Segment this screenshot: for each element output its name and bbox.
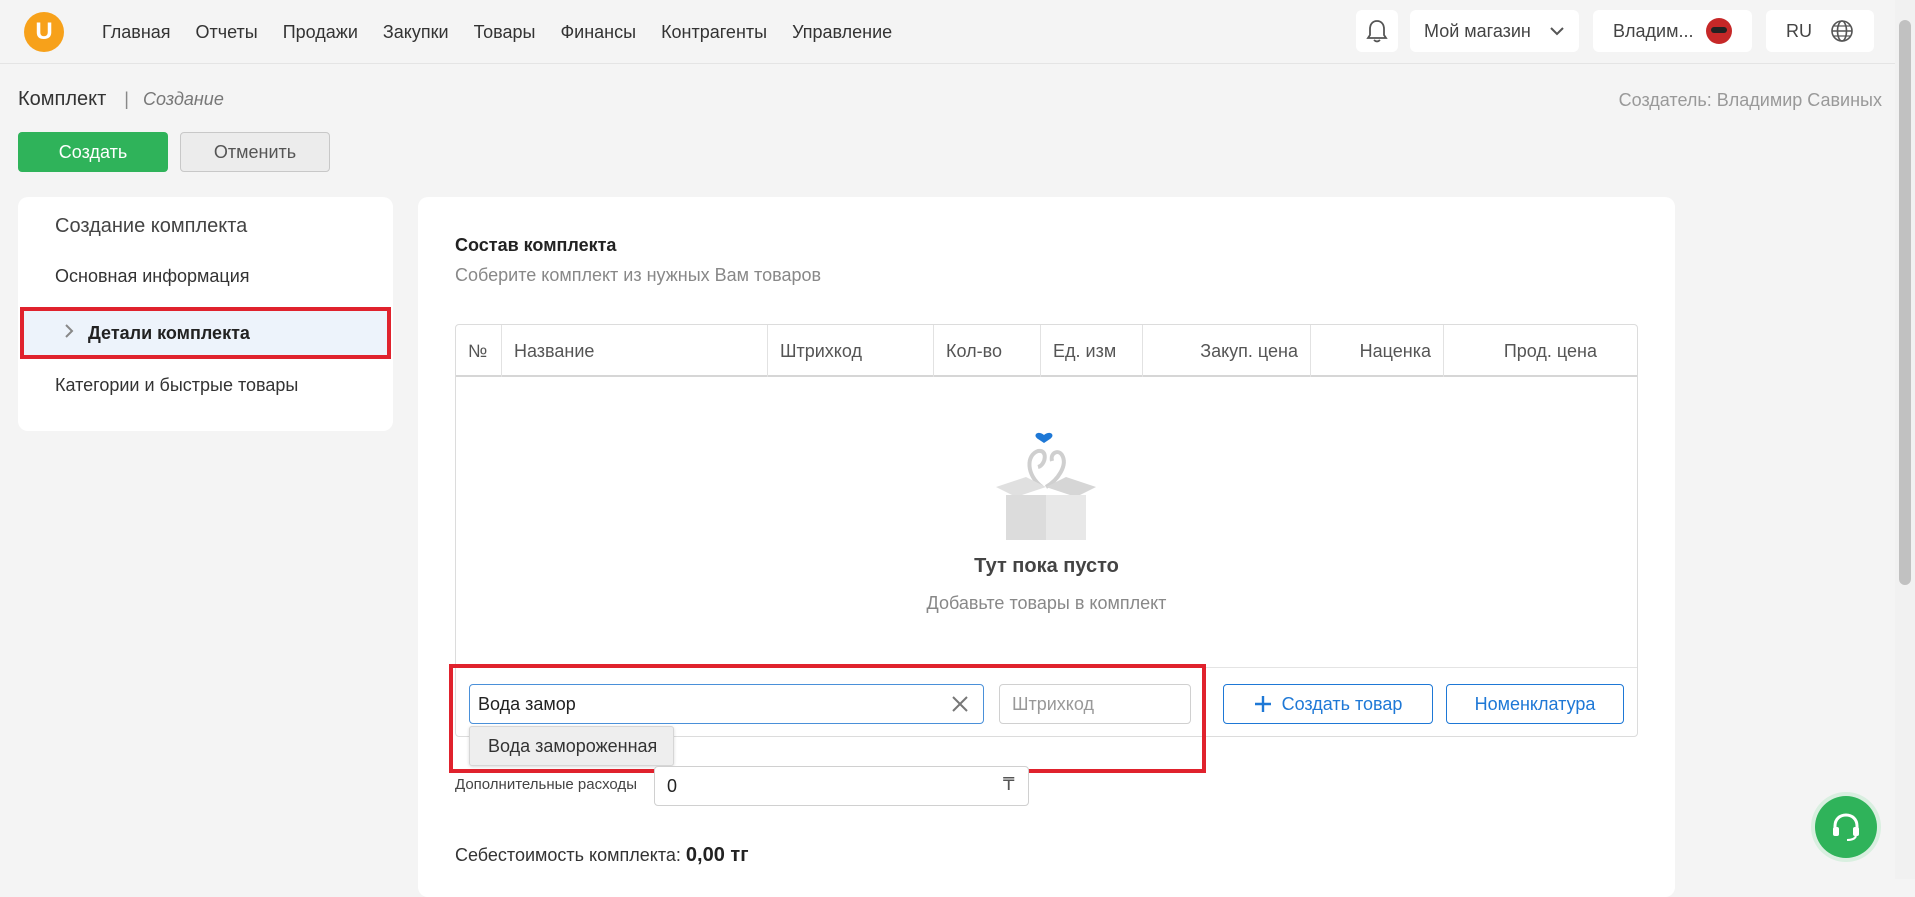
creator-label: Создатель: Владимир Савиных [1618, 90, 1882, 110]
support-chat-button[interactable] [1815, 796, 1877, 858]
plus-icon [1254, 696, 1271, 712]
top-bar: U Главная Отчеты Продажи Закупки Товары … [0, 0, 1895, 64]
sidebar: Создание комплекта Основная информация Д… [18, 197, 393, 431]
headset-icon [1833, 813, 1859, 841]
kit-cost-value: 0,00 тг [685, 844, 749, 866]
table-header: № Название Штрихкод Кол-во Ед. изм Закуп… [456, 325, 1637, 377]
user-menu[interactable]: Владим... [1593, 10, 1752, 52]
search-suggestion-item[interactable]: Вода замороженная [469, 726, 674, 766]
column-markup: Наценка [1311, 325, 1444, 377]
create-product-button[interactable]: Создать товар [1223, 684, 1433, 724]
chevron-right-icon [64, 323, 74, 344]
breadcrumb-separator: | [124, 89, 129, 109]
nomenclature-button[interactable]: Номенклатура [1446, 684, 1624, 724]
nav-item-counterparties[interactable]: Контрагенты [661, 22, 767, 43]
kit-cost: Себестоимость комплекта: 0,00 тг [455, 844, 749, 867]
extra-costs-label: Дополнительные расходы [455, 776, 637, 793]
nav-item-sales[interactable]: Продажи [283, 22, 358, 43]
column-purchase-price: Закуп. цена [1143, 325, 1311, 377]
sidebar-item-label: Детали комплекта [88, 322, 250, 343]
breadcrumb-main[interactable]: Комплект [18, 88, 106, 111]
column-quantity: Кол-во [934, 325, 1041, 377]
sidebar-item-main-info[interactable]: Основная информация [55, 266, 250, 287]
nav-item-home[interactable]: Главная [102, 22, 171, 43]
tenge-currency-icon: ₸ [1003, 774, 1015, 794]
nav-item-finance[interactable]: Финансы [560, 22, 636, 43]
nav-item-management[interactable]: Управление [792, 22, 892, 43]
scrollbar-thumb[interactable] [1899, 20, 1911, 585]
store-name: Мой магазин [1424, 20, 1531, 41]
language-code: RU [1786, 20, 1812, 41]
column-barcode: Штрихкод [768, 325, 934, 377]
section-title: Состав комплекта [455, 235, 617, 255]
section-subtitle: Соберите комплект из нужных Вам товаров [455, 265, 822, 285]
sidebar-item-kit-details[interactable]: Детали комплекта [20, 307, 391, 359]
breadcrumb: Комплект | Создание [18, 88, 224, 111]
column-unit: Ед. изм [1041, 325, 1143, 377]
nav-item-products[interactable]: Товары [474, 22, 536, 43]
user-name: Владим... [1613, 20, 1694, 41]
empty-state-subtitle: Добавьте товары в комплект [926, 593, 1167, 613]
column-number: № [456, 325, 502, 377]
notifications-button[interactable] [1356, 10, 1398, 52]
extra-costs-input[interactable] [654, 766, 1029, 806]
cancel-button[interactable]: Отменить [180, 132, 330, 172]
nav-item-purchases[interactable]: Закупки [383, 22, 449, 43]
close-icon[interactable] [950, 694, 970, 714]
column-sale-price: Прод. цена [1503, 340, 1597, 361]
empty-state-title: Тут пока пусто [974, 555, 1119, 577]
language-selector[interactable]: RU [1766, 10, 1874, 52]
app-logo[interactable]: U [24, 12, 64, 52]
create-button[interactable]: Создать [18, 132, 168, 172]
column-name: Название [502, 325, 768, 377]
create-product-label: Создать товар [1281, 693, 1403, 714]
sidebar-item-categories[interactable]: Категории и быстрые товары [55, 375, 298, 396]
page-scrollbar[interactable] [1895, 0, 1915, 879]
chevron-down-icon [1550, 27, 1564, 36]
logo-letter: U [35, 18, 53, 45]
kit-cost-label: Себестоимость комплекта: [455, 845, 681, 865]
nav-item-reports[interactable]: Отчеты [196, 22, 258, 43]
main-nav: Главная Отчеты Продажи Закупки Товары Фи… [102, 0, 917, 64]
globe-icon [1831, 20, 1853, 42]
kit-items-table: № Название Штрихкод Кол-во Ед. изм Закуп… [455, 324, 1638, 737]
store-selector[interactable]: Мой магазин [1410, 10, 1579, 52]
sidebar-title: Создание комплекта [55, 215, 248, 237]
breadcrumb-current: Создание [142, 89, 224, 109]
avatar [1706, 18, 1732, 44]
bell-icon [1366, 20, 1388, 43]
barcode-input[interactable] [999, 684, 1191, 724]
empty-box-icon [996, 432, 1096, 540]
product-search-input[interactable] [469, 684, 984, 724]
